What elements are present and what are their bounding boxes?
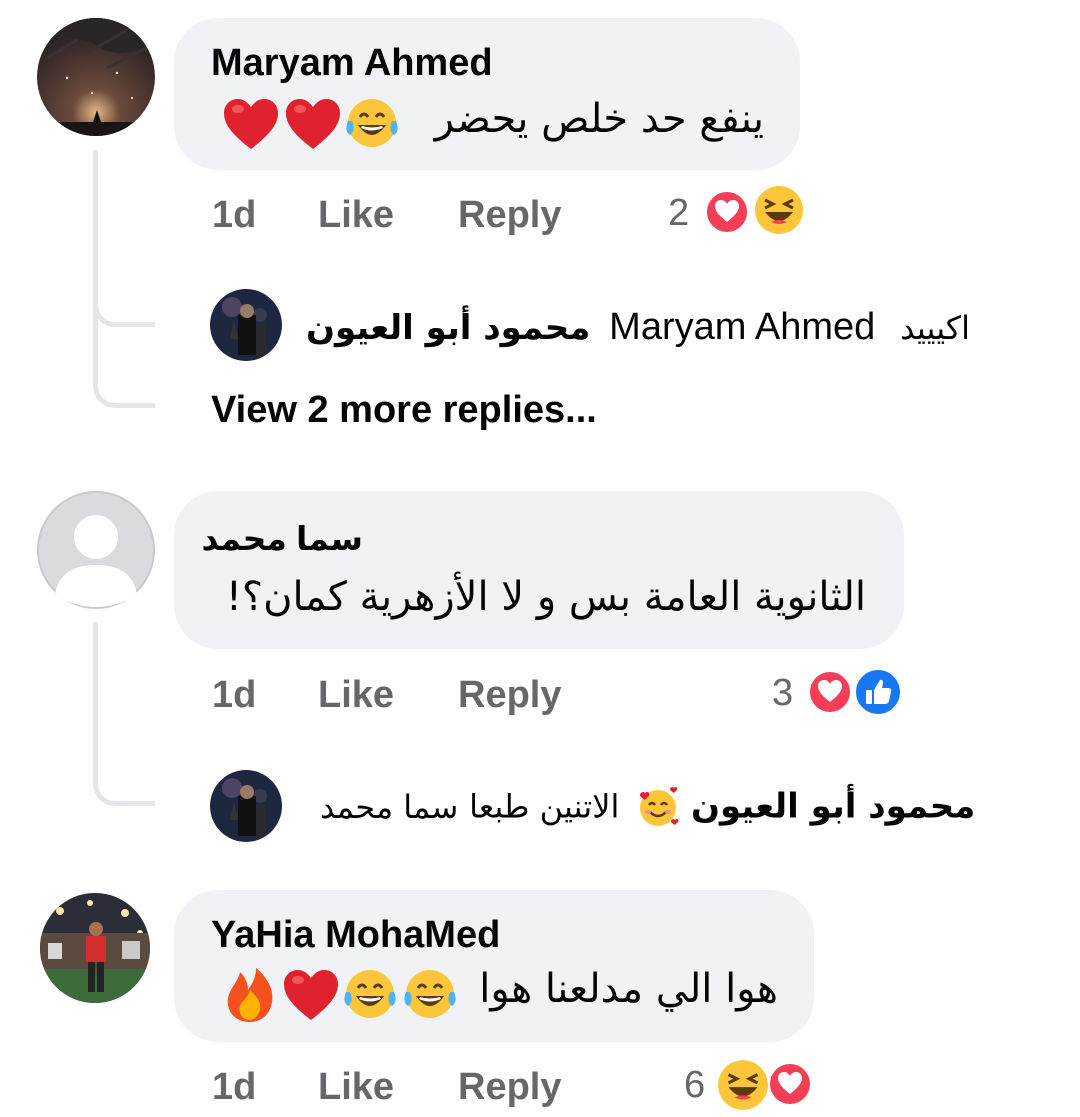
- haha-reaction-icon: [753, 184, 805, 236]
- thread-connector: [93, 622, 155, 806]
- reply-button[interactable]: Reply: [458, 674, 561, 717]
- reply-author[interactable]: محمود أبو العيون: [691, 787, 975, 827]
- comment-text-body: ينفع حد خلص يحضر: [434, 96, 764, 142]
- haha-reaction-icon: [716, 1058, 770, 1112]
- reply-button[interactable]: Reply: [458, 194, 561, 237]
- reply-button[interactable]: Reply: [458, 1066, 561, 1109]
- love-reaction-icon: [766, 1060, 814, 1108]
- comment-author[interactable]: Maryam Ahmed: [211, 42, 493, 85]
- comment-text: الثانوية العامة بس و لا الأزهرية كمان؟!: [225, 574, 866, 620]
- avatar[interactable]: [37, 18, 155, 136]
- reaction-count: 3: [772, 672, 794, 714]
- reply-author[interactable]: محمود أبو العيون: [306, 308, 590, 348]
- comment-emojis: [222, 95, 402, 153]
- mention-tag[interactable]: Maryam Ahmed: [609, 306, 875, 348]
- comment-emojis: [222, 964, 462, 1026]
- avatar[interactable]: [210, 289, 282, 361]
- reply-content: محمود أبو العيون الاتنين طبعا سما محمد: [306, 786, 975, 830]
- like-button[interactable]: Like: [318, 194, 394, 237]
- comment-time[interactable]: 1d: [212, 194, 256, 237]
- tears-of-joy-emoji-icon: [344, 970, 396, 1018]
- love-reaction-icon: [703, 188, 751, 236]
- love-reaction-icon: [806, 668, 854, 716]
- comment-time[interactable]: 1d: [212, 1066, 256, 1109]
- avatar[interactable]: [36, 889, 154, 1007]
- mention-tag[interactable]: سما محمد: [320, 788, 458, 826]
- reaction-count: 2: [668, 192, 690, 234]
- comment-author[interactable]: YaHia MohaMed: [211, 914, 500, 957]
- heart-emoji-icon: [286, 99, 340, 149]
- reply-text: اكيييد: [900, 309, 970, 347]
- like-button[interactable]: Like: [318, 674, 394, 717]
- avatar[interactable]: [210, 770, 282, 842]
- reply-text: الاتنين طبعا: [469, 787, 620, 826]
- fire-emoji-icon: [227, 968, 273, 1022]
- comment-author[interactable]: سما محمد: [201, 519, 363, 558]
- reply-content: محمود أبو العيون Maryam Ahmed اكيييد: [306, 306, 970, 349]
- comment-text: ينفع حد خلص يحضر: [435, 96, 764, 142]
- heart-emoji-icon: [284, 970, 338, 1020]
- tears-of-joy-emoji-icon: [346, 99, 398, 147]
- comment-text-body: هوا الي مدلعنا هوا: [479, 966, 778, 1012]
- tears-of-joy-emoji-icon: [404, 970, 456, 1018]
- view-more-replies-link[interactable]: View 2 more replies...: [211, 389, 597, 432]
- reaction-count: 6: [684, 1064, 706, 1106]
- like-button[interactable]: Like: [318, 1066, 394, 1109]
- heart-emoji-icon: [224, 99, 278, 149]
- avatar[interactable]: [37, 491, 155, 609]
- thread-connector: [93, 300, 155, 408]
- comment-text: هوا الي مدلعنا هوا: [479, 966, 778, 1012]
- comment-time[interactable]: 1d: [212, 674, 256, 717]
- like-reaction-icon: [852, 666, 904, 718]
- comment-bubble[interactable]: [174, 491, 904, 649]
- smiling-face-with-hearts-icon: [640, 787, 679, 826]
